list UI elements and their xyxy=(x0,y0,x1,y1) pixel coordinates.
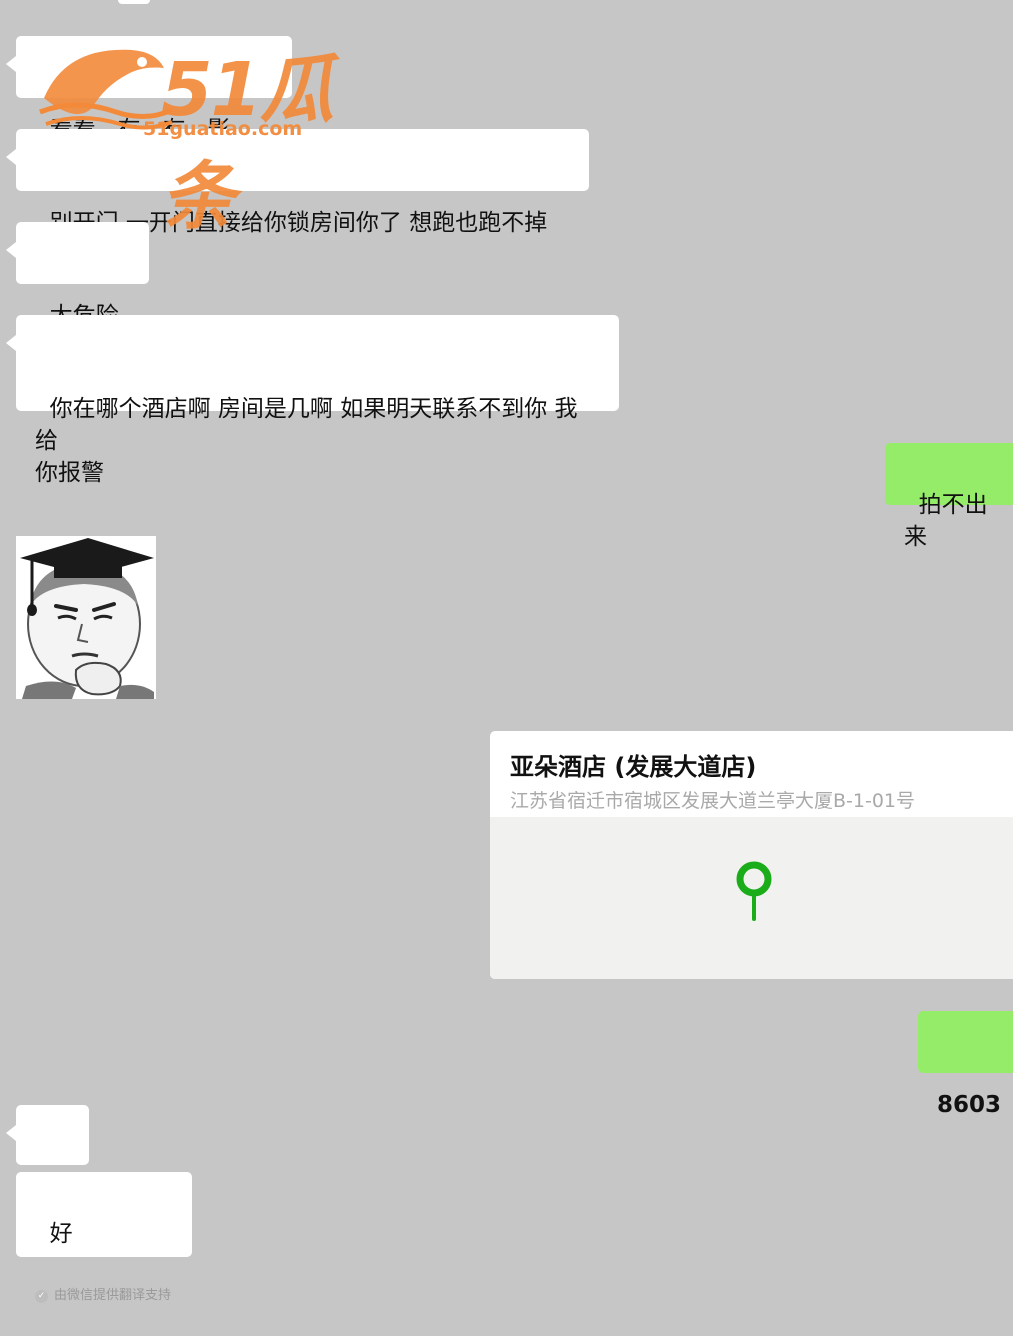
message-text: 8603 xyxy=(937,1092,1002,1118)
chat-message-incoming[interactable]: 太危险了 xyxy=(6,222,149,361)
translation-note-text: 由微信提供翻译支持 xyxy=(54,1288,172,1303)
watermark-url: 51guatiao.com xyxy=(143,118,303,140)
message-text: 拍不出来 xyxy=(904,492,988,550)
site-watermark: 51瓜条 51guatiao.com xyxy=(36,34,396,240)
sticker-image[interactable] xyxy=(16,536,156,699)
translation-note: ✓ 由微信提供翻译支持 xyxy=(35,1288,173,1304)
bubble-tail xyxy=(6,1125,16,1141)
chat-message-outgoing[interactable]: 拍不出来 xyxy=(885,443,1013,550)
location-card[interactable]: 亚朵酒店 (发展大道店) 江苏省宿迁市宿城区发展大道兰亭大厦B-1-01号 xyxy=(490,731,1013,979)
bubble-tail xyxy=(6,335,16,351)
map-pin-icon xyxy=(736,861,772,921)
chat-message-outgoing[interactable]: 8603 xyxy=(918,1011,1013,1118)
chat-message-incoming[interactable]: 你在哪个酒店啊 房间是几啊 如果明天联系不到你 我给 你报警 xyxy=(6,315,619,486)
location-name: 亚朵酒店 (发展大道店) xyxy=(510,753,757,781)
message-text: 好 xyxy=(49,1221,73,1247)
location-map-preview[interactable] xyxy=(490,817,1013,979)
chat-message-incoming-translated[interactable]: 好 ✓ 由微信提供翻译支持 xyxy=(16,1172,192,1303)
message-text: 你在哪个酒店啊 房间是几啊 如果明天联系不到你 我给 你报警 xyxy=(35,396,578,486)
partial-message-bubble xyxy=(118,0,150,4)
bubble-tail xyxy=(6,149,16,165)
bubble-tail xyxy=(6,56,16,72)
thinking-face-sticker-icon xyxy=(16,536,156,699)
bubble-tail xyxy=(6,242,16,258)
check-circle-icon: ✓ xyxy=(35,1289,48,1303)
location-address: 江苏省宿迁市宿城区发展大道兰亭大厦B-1-01号 xyxy=(510,790,916,812)
chat-message-incoming[interactable]: OK xyxy=(6,1105,89,1244)
